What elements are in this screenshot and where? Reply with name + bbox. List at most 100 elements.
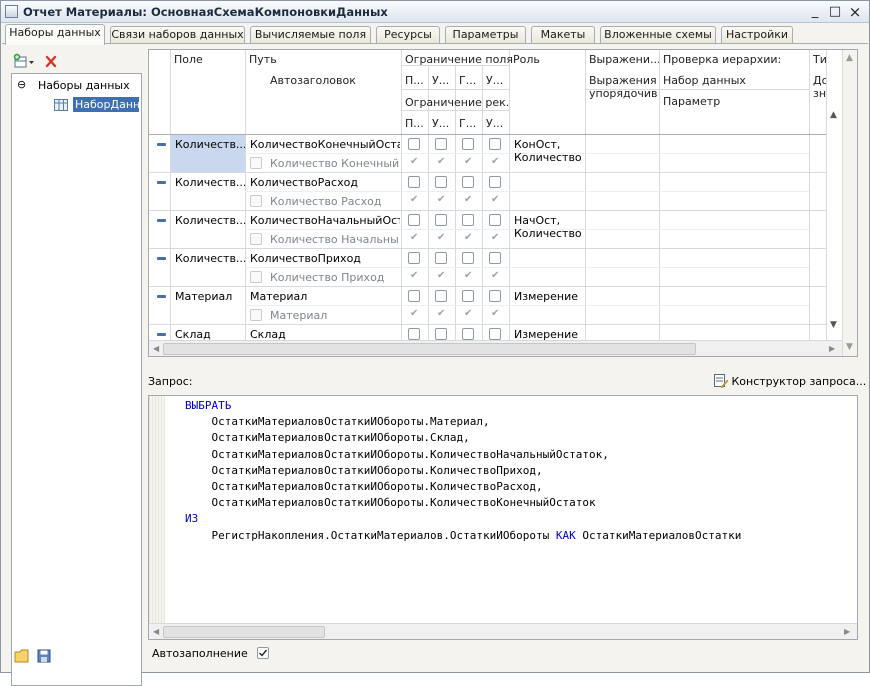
- autoheader-checkbox[interactable]: [250, 271, 262, 283]
- restriction-checkbox[interactable]: [489, 290, 501, 302]
- editor-horizontal-scrollbar[interactable]: ◀ ▶: [149, 623, 857, 639]
- cell-path[interactable]: Материал: [250, 290, 400, 303]
- restriction-checkbox[interactable]: [408, 290, 420, 302]
- query-text-editor[interactable]: ВЫБРАТЬ ОстаткиМатериаловОстаткиИОбороты…: [148, 395, 858, 640]
- cell-field[interactable]: Количеств...: [175, 138, 245, 151]
- autoheader-checkbox[interactable]: [250, 309, 262, 321]
- cell-path[interactable]: КоличествоРасход: [250, 176, 400, 189]
- cell-title[interactable]: Количество Конечный ...: [270, 157, 400, 170]
- restriction-checkbox[interactable]: [462, 328, 474, 340]
- cell-path[interactable]: КоличествоКонечныйОста...: [250, 138, 400, 151]
- header-role[interactable]: Роль: [513, 53, 540, 66]
- restriction-checkbox[interactable]: [462, 214, 474, 226]
- header-attr-group[interactable]: Г...: [459, 117, 481, 130]
- cell-field[interactable]: Количеств...: [175, 214, 245, 227]
- cell-title[interactable]: Количество Приход: [270, 271, 400, 284]
- cell-role[interactable]: Измерение: [514, 290, 584, 303]
- scroll-up-icon[interactable]: ▲: [830, 110, 837, 120]
- header-path[interactable]: Путь: [249, 53, 277, 66]
- restriction-checkbox[interactable]: [489, 138, 501, 150]
- editor-scroll-right-icon[interactable]: ▶: [844, 627, 850, 636]
- header-type[interactable]: Ти...: [813, 53, 826, 66]
- header-type-sub[interactable]: До зн...: [813, 74, 826, 102]
- cell-role[interactable]: КонОст, Количество: [514, 138, 584, 164]
- maximize-button[interactable]: □: [827, 4, 843, 20]
- cell-title[interactable]: Количество Начальны...: [270, 233, 400, 246]
- scroll-down-icon[interactable]: ▼: [830, 320, 837, 330]
- autofill-control[interactable]: Автозаполнение: [152, 647, 270, 660]
- header-attr-use[interactable]: П...: [405, 117, 427, 130]
- header-expression[interactable]: Выражени...: [589, 53, 659, 66]
- tab-calculated-fields[interactable]: Вычисляемые поля: [250, 26, 371, 44]
- scroll-left-icon[interactable]: ◀: [153, 344, 159, 353]
- header-attr-cond[interactable]: У...: [432, 117, 454, 130]
- header-order-expression[interactable]: Выражения упорядочив...: [589, 74, 657, 102]
- close-button[interactable]: ×: [847, 4, 863, 20]
- cell-field[interactable]: Материал: [175, 290, 245, 303]
- outer-scroll-down-icon[interactable]: ▼: [846, 342, 853, 352]
- header-restr-cond[interactable]: У...: [432, 74, 454, 87]
- restriction-checkbox[interactable]: [462, 252, 474, 264]
- header-hierarchy-check[interactable]: Проверка иерархии:: [663, 53, 781, 66]
- tab-settings[interactable]: Настройки: [721, 26, 793, 44]
- restriction-checkbox[interactable]: [462, 138, 474, 150]
- editor-hscroll-thumb[interactable]: [163, 626, 325, 638]
- grid-hscroll-thumb[interactable]: [163, 343, 696, 355]
- outer-scroll-up-icon[interactable]: ▲: [846, 53, 853, 63]
- autofill-checkbox[interactable]: [257, 647, 270, 659]
- tab-nested-schemes[interactable]: Вложенные схемы: [600, 26, 716, 44]
- header-hierarchy-param[interactable]: Параметр: [663, 95, 720, 108]
- restriction-checkbox[interactable]: [408, 328, 420, 340]
- autoheader-checkbox[interactable]: [250, 157, 262, 169]
- tab-templates[interactable]: Макеты: [531, 26, 595, 44]
- cell-role[interactable]: НачОст, Количество: [514, 214, 584, 240]
- restriction-checkbox[interactable]: [408, 252, 420, 264]
- cell-title[interactable]: Материал: [270, 309, 400, 322]
- restriction-checkbox[interactable]: [408, 138, 420, 150]
- header-restr-use[interactable]: П...: [405, 74, 427, 87]
- tree-expander-icon[interactable]: ⊖: [17, 78, 26, 91]
- tab-resources[interactable]: Ресурсы: [376, 26, 440, 44]
- editor-scroll-left-icon[interactable]: ◀: [153, 627, 159, 636]
- header-field-restriction[interactable]: Ограничение поля: [405, 53, 513, 66]
- tree-root-datasets[interactable]: Наборы данных: [38, 79, 130, 92]
- restriction-checkbox[interactable]: [435, 252, 447, 264]
- autoheader-checkbox[interactable]: [250, 233, 262, 245]
- restriction-checkbox[interactable]: [435, 214, 447, 226]
- restriction-checkbox[interactable]: [489, 214, 501, 226]
- scroll-right-icon[interactable]: ▶: [829, 344, 835, 353]
- add-dataset-icon[interactable]: [13, 53, 34, 68]
- header-attr-restriction[interactable]: Ограничение рек...: [405, 96, 509, 109]
- restriction-checkbox[interactable]: [435, 290, 447, 302]
- cell-path[interactable]: КоличествоНачальныйОст...: [250, 214, 400, 227]
- restriction-checkbox[interactable]: [435, 328, 447, 340]
- header-attr-order[interactable]: У...: [486, 117, 508, 130]
- restriction-checkbox[interactable]: [408, 214, 420, 226]
- autoheader-checkbox[interactable]: [250, 195, 262, 207]
- cell-title[interactable]: Количество Расход: [270, 195, 400, 208]
- cell-field[interactable]: Количеств...: [175, 252, 245, 265]
- header-autoheader[interactable]: Автозаголовок: [270, 74, 356, 87]
- header-restr-order[interactable]: У...: [486, 74, 508, 87]
- query-constructor-button[interactable]: Конструктор запроса...: [714, 374, 866, 389]
- restriction-checkbox[interactable]: [489, 176, 501, 188]
- delete-dataset-icon[interactable]: [45, 55, 57, 68]
- grid-vertical-scrollbar[interactable]: ▲ ▼: [826, 50, 842, 340]
- header-restr-group[interactable]: Г...: [459, 74, 481, 87]
- restriction-checkbox[interactable]: [408, 176, 420, 188]
- restriction-checkbox[interactable]: [489, 328, 501, 340]
- cell-path[interactable]: КоличествоПриход: [250, 252, 400, 265]
- grid-horizontal-scrollbar[interactable]: ◀ ▶: [149, 340, 842, 356]
- tab-datasets[interactable]: Наборы данных: [5, 24, 105, 45]
- outer-vertical-scrollbar[interactable]: ▲ ▼: [842, 50, 857, 356]
- restriction-checkbox[interactable]: [462, 176, 474, 188]
- restriction-checkbox[interactable]: [435, 138, 447, 150]
- restriction-checkbox[interactable]: [435, 176, 447, 188]
- save-disk-icon[interactable]: [37, 649, 51, 663]
- header-hierarchy-dataset[interactable]: Набор данных: [663, 74, 746, 87]
- tree-item-dataset1[interactable]: НаборДанных1: [73, 97, 139, 112]
- restriction-checkbox[interactable]: [489, 252, 501, 264]
- tab-dataset-links[interactable]: Связи наборов данных: [110, 26, 245, 44]
- open-folder-icon[interactable]: [14, 649, 29, 663]
- tab-parameters[interactable]: Параметры: [445, 26, 526, 44]
